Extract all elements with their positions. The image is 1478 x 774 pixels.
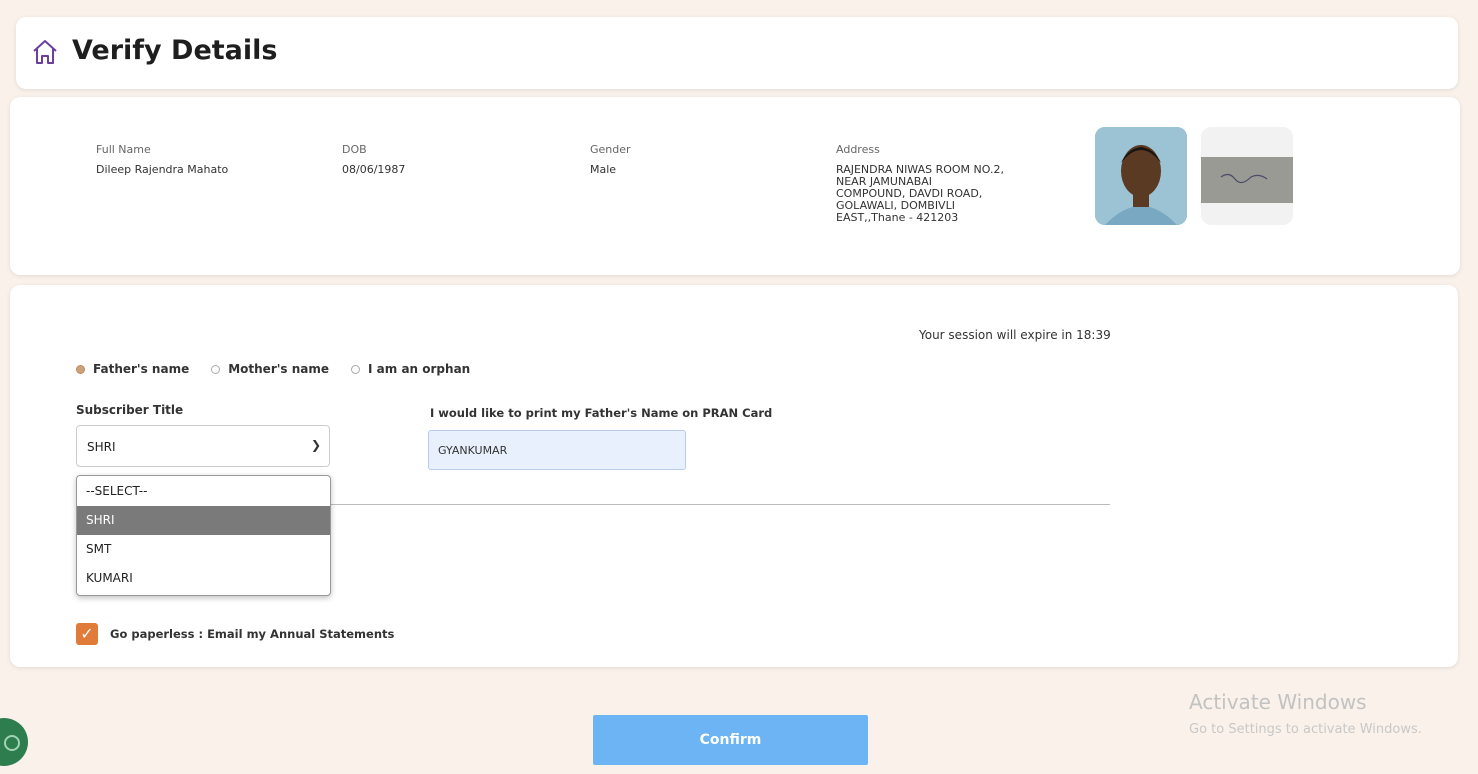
subscriber-photo	[1095, 127, 1187, 225]
full-name-value: Dileep Rajendra Mahato	[96, 163, 229, 176]
radio-dot[interactable]	[211, 364, 221, 374]
father-name-label: Father's name	[93, 362, 190, 376]
paperless-checkbox[interactable]: ✓	[76, 623, 98, 645]
radio-dot-selected[interactable]	[76, 364, 85, 374]
chat-icon	[4, 735, 20, 751]
orphan-radio[interactable]: I am an orphan	[351, 362, 470, 376]
session-timer: Your session will expire in 18:39	[919, 328, 1111, 342]
mother-name-label: Mother's name	[228, 362, 330, 376]
header-bar: Verify Details	[16, 17, 1458, 89]
chat-widget-button[interactable]	[0, 718, 28, 766]
home-icon[interactable]	[30, 37, 60, 67]
mother-name-radio[interactable]: Mother's name	[211, 362, 329, 376]
subscriber-title-value: SHRI	[87, 440, 116, 454]
orphan-label: I am an orphan	[368, 362, 471, 376]
dropdown-option[interactable]: KUMARI	[77, 564, 330, 593]
divider	[330, 504, 1110, 505]
activate-windows-subtitle: Go to Settings to activate Windows.	[1189, 722, 1422, 737]
paperless-label: Go paperless : Email my Annual Statement…	[110, 627, 395, 641]
confirm-button[interactable]: Confirm	[593, 715, 868, 765]
address-field: Address RAJENDRA NIWAS ROOM NO.2, NEAR J…	[836, 143, 1004, 224]
parent-radio-group: Father's name Mother's name I am an orph…	[76, 362, 492, 376]
address-label: Address	[836, 143, 880, 156]
page-title: Verify Details	[72, 35, 278, 66]
dob-label: DOB	[342, 143, 367, 156]
dropdown-option[interactable]: SMT	[77, 535, 330, 564]
dropdown-option[interactable]: --SELECT--	[77, 476, 330, 506]
print-name-label: I would like to print my Father's Name o…	[430, 406, 773, 420]
gender-value: Male	[590, 163, 617, 176]
activate-windows-title: Activate Windows	[1189, 690, 1367, 714]
print-name-input[interactable]: GYANKUMAR	[428, 430, 686, 470]
full-name-field: Full Name Dileep Rajendra Mahato	[96, 143, 228, 176]
dropdown-option-selected[interactable]: SHRI	[77, 506, 330, 535]
full-name-label: Full Name	[96, 143, 151, 156]
details-card: Full Name Dileep Rajendra Mahato DOB 08/…	[10, 97, 1460, 275]
subscriber-title-dropdown[interactable]: --SELECT-- SHRI SMT KUMARI	[76, 475, 331, 596]
dob-value: 08/06/1987	[342, 163, 406, 176]
form-card: Your session will expire in 18:39 Father…	[10, 285, 1458, 667]
address-line: EAST,,Thane - 421203	[836, 211, 959, 224]
subscriber-title-select[interactable]: SHRI ❯	[76, 425, 330, 467]
radio-dot[interactable]	[351, 364, 361, 374]
chevron-down-icon[interactable]: ❯	[311, 438, 321, 452]
subscriber-title-label: Subscriber Title	[76, 403, 184, 417]
gender-field: Gender Male	[590, 143, 631, 176]
signature-image	[1201, 127, 1293, 225]
dob-field: DOB 08/06/1987	[342, 143, 405, 176]
father-name-radio[interactable]: Father's name	[76, 362, 189, 376]
gender-label: Gender	[590, 143, 631, 156]
paperless-checkbox-row[interactable]: ✓ Go paperless : Email my Annual Stateme…	[76, 623, 394, 645]
